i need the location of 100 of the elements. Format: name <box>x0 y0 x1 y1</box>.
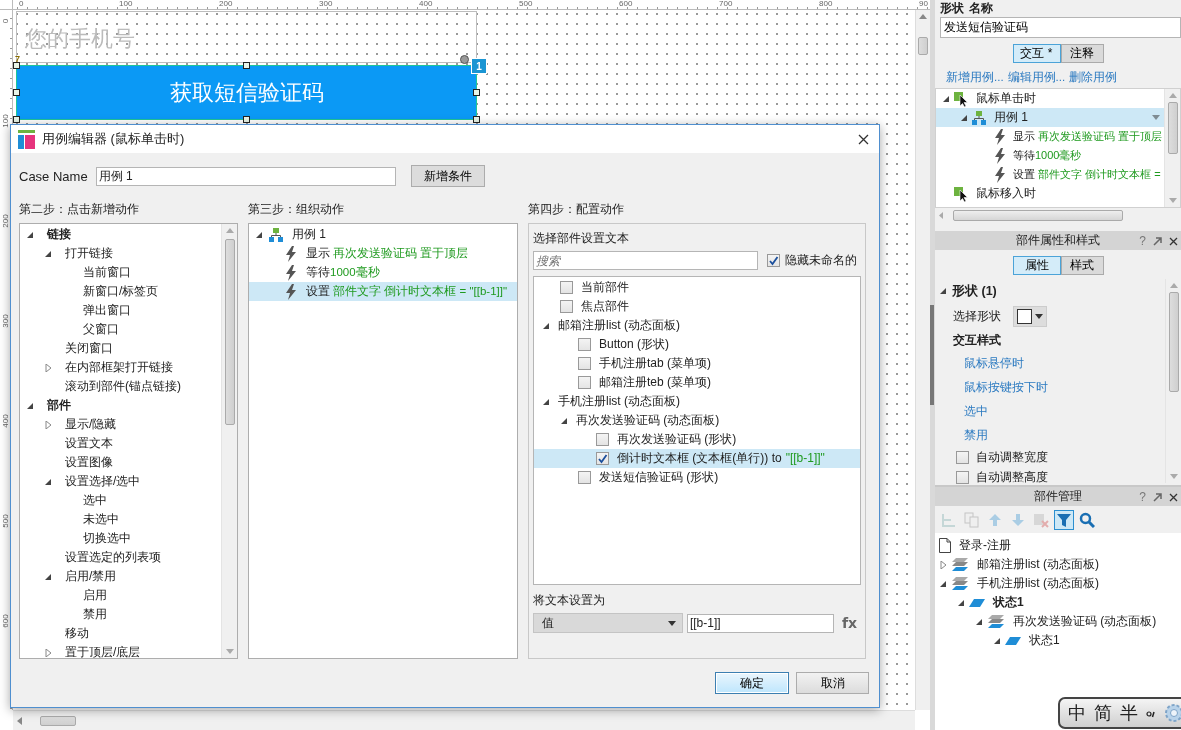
action-item[interactable]: 在内部框架打开链接 <box>65 359 173 376</box>
action-item[interactable]: 启用/禁用 <box>65 568 117 585</box>
panel-item[interactable]: 手机注册list (动态面板) <box>977 575 1099 592</box>
splitter-handle[interactable] <box>930 305 934 405</box>
search-field[interactable]: 搜索 <box>533 251 758 270</box>
scroll-up-icon[interactable] <box>1168 93 1177 98</box>
scrollbar[interactable] <box>221 224 237 658</box>
tab[interactable]: 样式 <box>1060 256 1104 275</box>
action-item[interactable]: 移动 <box>65 625 89 642</box>
tab[interactable]: 属性 <box>1012 256 1061 275</box>
case-name-input[interactable]: 用例 1 <box>95 166 396 186</box>
triangle-icon[interactable] <box>255 230 263 239</box>
rotate-handle[interactable] <box>460 55 469 64</box>
checkbox[interactable] <box>956 450 969 464</box>
section-label[interactable]: 形状 (1) <box>952 282 997 300</box>
category-item[interactable]: 部件 <box>47 397 71 414</box>
settings-icon[interactable] <box>1164 703 1181 723</box>
scroll-up-icon[interactable] <box>1169 283 1178 288</box>
triangle-icon[interactable] <box>26 230 34 239</box>
triangle-icon[interactable] <box>44 249 52 258</box>
case-item[interactable]: 用例 1 <box>994 109 1028 126</box>
checkbox[interactable] <box>596 433 609 446</box>
resize-handle[interactable] <box>13 89 20 96</box>
action-item[interactable]: 设置选定的列表项 <box>65 549 161 566</box>
event-item[interactable]: 鼠标单击时 <box>976 90 1036 107</box>
resize-handle[interactable] <box>473 89 480 96</box>
widget-item[interactable]: 当前部件 <box>581 279 629 296</box>
checkbox[interactable] <box>596 452 609 465</box>
shape-picker[interactable] <box>1013 305 1047 327</box>
case-item[interactable]: 用例 1 <box>292 226 326 243</box>
scroll-thumb[interactable] <box>918 37 928 55</box>
page-item[interactable]: 登录-注册 <box>959 537 1011 554</box>
ime-script[interactable]: 简 <box>1094 701 1112 725</box>
scroll-down-icon[interactable] <box>1169 474 1178 479</box>
scroll-left-icon[interactable] <box>17 716 22 725</box>
triangle-icon[interactable] <box>975 617 983 626</box>
triangle-icon[interactable] <box>993 636 1001 645</box>
link[interactable]: 选中 <box>964 402 988 420</box>
action-item[interactable]: 启用 <box>83 587 107 604</box>
action-item[interactable]: 设置 部件文字 倒计时文本框 = <box>1013 167 1161 182</box>
scroll-up-icon[interactable] <box>919 14 927 19</box>
triangle-icon[interactable] <box>560 416 568 425</box>
checkbox[interactable] <box>560 300 573 313</box>
widget-group[interactable]: 再次发送验证码 (动态面板) <box>576 412 720 429</box>
action-item[interactable]: 等待1000毫秒 <box>306 265 380 280</box>
scrollbar[interactable] <box>915 10 930 710</box>
action-item[interactable]: 新窗口/标签页 <box>83 283 159 300</box>
panel-item[interactable]: 邮箱注册list (动态面板) <box>977 556 1099 573</box>
link[interactable]: 删除用例 <box>1069 69 1118 85</box>
action-item[interactable]: 设置选择/选中 <box>65 473 141 490</box>
ok-button[interactable]: 确定 <box>715 672 789 694</box>
checkbox[interactable] <box>560 281 573 294</box>
checkbox[interactable] <box>578 338 591 351</box>
action-item[interactable]: 置于顶层/底层 <box>65 644 141 658</box>
resize-handle[interactable] <box>13 116 20 123</box>
link[interactable]: 鼠标悬停时 <box>964 354 1024 372</box>
close-icon[interactable] <box>1169 236 1178 246</box>
checkbox[interactable] <box>578 376 591 389</box>
scrollbar[interactable] <box>13 710 915 730</box>
value-type-dropdown[interactable]: 值 <box>533 613 683 633</box>
pin-icon[interactable] <box>1153 236 1162 246</box>
triangle-icon[interactable] <box>542 397 550 406</box>
scroll-thumb[interactable] <box>40 715 76 726</box>
widget-item[interactable]: 焦点部件 <box>581 298 629 315</box>
scroll-up-icon[interactable] <box>225 228 234 233</box>
fx-button[interactable]: fx <box>837 615 861 631</box>
link[interactable]: 新增用例... <box>946 69 1004 85</box>
scroll-down-icon[interactable] <box>225 649 234 654</box>
action-item[interactable]: 切换选中 <box>83 530 131 547</box>
tab[interactable]: 注释 <box>1060 44 1104 63</box>
action-item[interactable]: 设置文本 <box>65 435 113 452</box>
ime-width[interactable]: 半 <box>1120 701 1138 725</box>
widget-group[interactable]: 邮箱注册list (动态面板) <box>558 317 680 334</box>
link[interactable]: 鼠标按键按下时 <box>964 378 1048 396</box>
ime-mode[interactable]: 中 <box>1068 701 1086 725</box>
state-item[interactable]: 状态1 <box>1029 632 1060 649</box>
action-item[interactable]: 打开链接 <box>65 245 113 262</box>
value-input[interactable]: [[b-1]] <box>686 613 834 633</box>
action-item[interactable]: 当前窗口 <box>83 264 131 281</box>
close-icon[interactable] <box>858 133 869 145</box>
link[interactable]: 编辑用例... <box>1007 69 1066 85</box>
widget-item[interactable]: 手机注册tab (菜单项) <box>599 355 711 372</box>
triangle-icon[interactable] <box>939 579 947 588</box>
triangle-icon[interactable] <box>26 401 34 410</box>
resize-handle[interactable] <box>243 62 250 69</box>
triangle-icon[interactable] <box>942 94 950 103</box>
action-item[interactable]: 显示 再次发送验证码 置于顶层 <box>1013 129 1163 144</box>
action-item[interactable]: 设置图像 <box>65 454 113 471</box>
action-item[interactable]: 关闭窗口 <box>65 340 113 357</box>
tab[interactable]: 交互 * <box>1012 44 1061 63</box>
widget-item[interactable]: 再次发送验证码 (形状) <box>617 431 737 448</box>
close-icon[interactable] <box>1169 492 1178 502</box>
link[interactable]: 禁用 <box>964 426 988 444</box>
filter-icon[interactable] <box>1054 509 1074 530</box>
panel-item[interactable]: 再次发送验证码 (动态面板) <box>1013 613 1157 630</box>
pin-icon[interactable] <box>1153 492 1162 502</box>
caret-icon[interactable] <box>667 620 676 626</box>
action-item[interactable]: 滚动到部件(锚点链接) <box>65 378 181 395</box>
add-condition-button[interactable]: 新增条件 <box>410 165 485 187</box>
resize-handle[interactable] <box>243 116 250 123</box>
